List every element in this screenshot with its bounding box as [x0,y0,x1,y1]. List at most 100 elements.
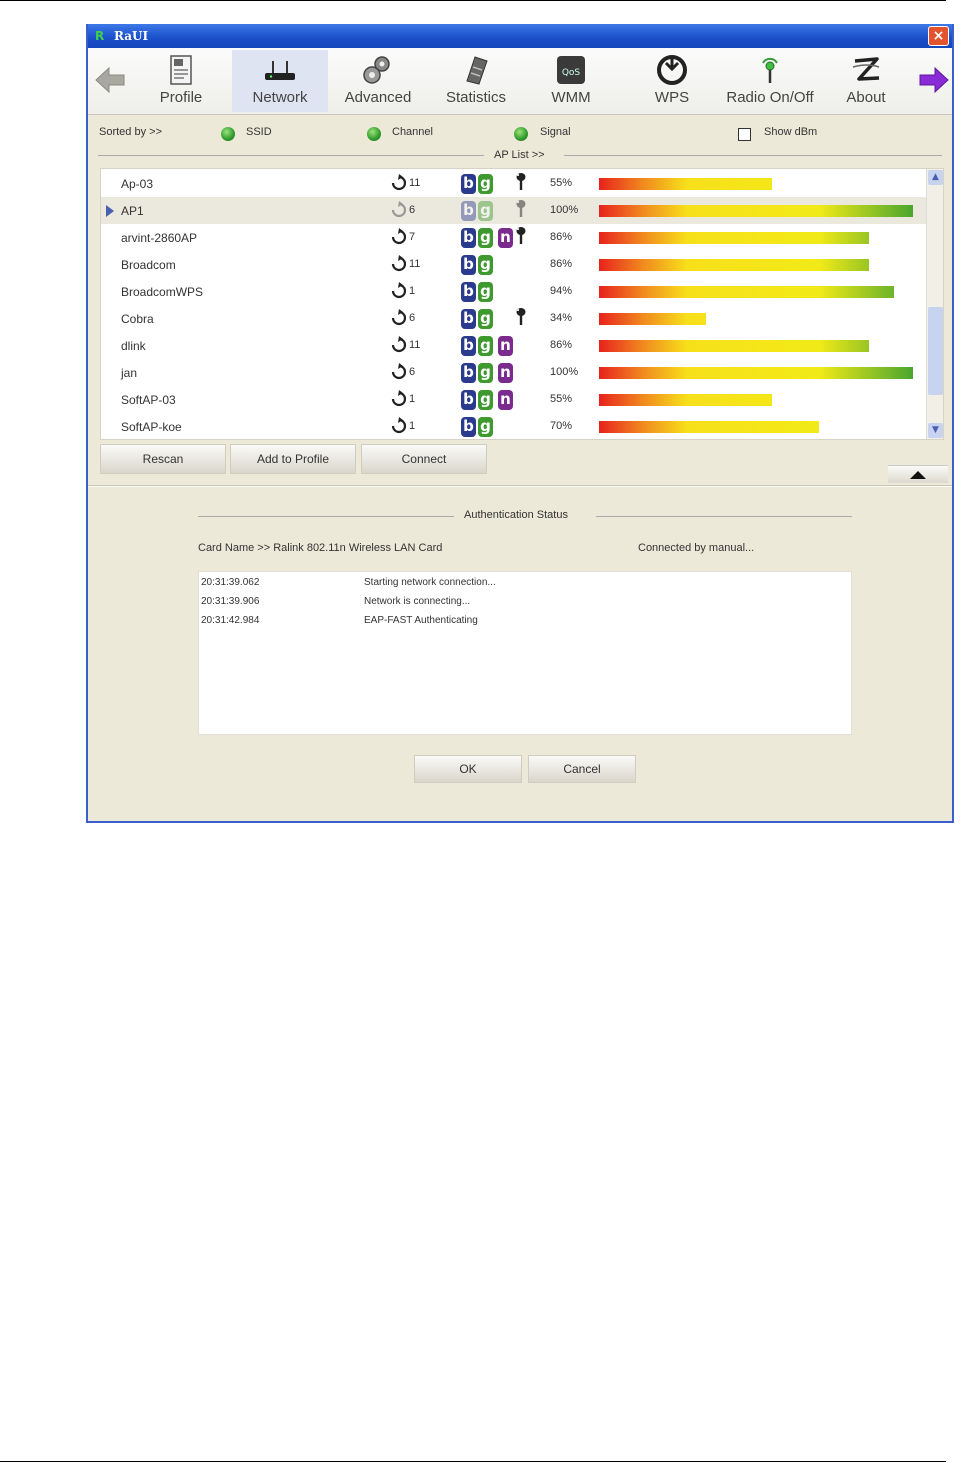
ap-channel: 1 [409,285,416,297]
ap-ssid: jan [121,366,138,380]
add-to-profile-button[interactable]: Add to Profile [230,444,356,474]
sort-ssid-radio[interactable] [221,127,235,141]
ap-ssid: Ap-03 [121,177,154,191]
connect-button[interactable]: Connect [361,444,487,474]
channel-icon [391,390,406,407]
ap-channel: 6 [409,204,416,216]
toolbar: Profile Network Advanced Statistics QoS … [88,48,952,115]
ap-signal-percent: 55% [550,177,573,189]
mode-b-icon: b [461,282,476,302]
window-title: RaUI [114,29,149,43]
ap-row[interactable]: arvint-2860AP 7 b g n 86% [101,224,927,251]
ok-button[interactable]: OK [414,755,522,783]
channel-icon [391,201,406,218]
app-logo-icon: R [95,29,105,43]
ap-row[interactable]: AP1 6 b g 100% [101,197,927,224]
mode-n-icon: n [498,390,513,410]
signal-strength-bar [599,394,772,406]
ap-row[interactable]: jan 6 b g n 100% [101,359,927,386]
scroll-thumb[interactable] [928,307,943,395]
ap-row[interactable]: BroadcomWPS 1 b g 94% [101,278,927,305]
ap-list[interactable]: Ap-03 11 b g 55% AP1 6 b g 100% arvint-2860AP 7 b g n 8… [100,168,944,440]
log-time: 20:31:42.984 [201,615,260,626]
ap-channel: 6 [409,312,416,324]
ap-row[interactable]: Broadcom 11 b g 86% [101,251,927,278]
ap-ssid: AP1 [121,204,144,218]
signal-strength-bar [599,178,772,190]
ap-row[interactable]: SoftAP-03 1 b g n 55% [101,386,927,413]
sort-ssid-label[interactable]: SSID [246,126,272,138]
signal-strength-bar [599,205,913,217]
channel-icon [391,282,406,299]
collapse-toggle-button[interactable] [888,465,948,483]
ap-row[interactable]: SoftAP-koe 1 b g 70% [101,413,927,440]
about-icon [852,57,880,81]
toolbar-advanced[interactable]: Advanced [340,50,416,112]
mode-g-icon: g [478,336,493,356]
mode-b-icon: b [461,201,476,221]
mode-b-icon: b [461,228,476,248]
scroll-up-button[interactable]: ▲ [928,170,943,185]
toolbar-label-radio: Radio On/Off [726,89,814,106]
sort-signal-radio[interactable] [514,127,528,141]
ap-signal-percent: 34% [550,312,573,324]
sort-channel-radio[interactable] [367,127,381,141]
auth-caption-text: Authentication Status [464,509,568,521]
ap-signal-percent: 86% [550,339,573,351]
ap-row[interactable]: Cobra 6 b g 34% [101,305,927,332]
ap-ssid: arvint-2860AP [121,231,198,245]
close-button[interactable]: × [928,26,949,46]
page-top-rule [0,0,946,1]
log-message: Network is connecting... [364,596,471,607]
show-dbm-label[interactable]: Show dBm [764,126,817,138]
mode-g-icon: g [478,255,493,275]
ap-list-scrollbar[interactable]: ▲ ▼ [926,169,943,439]
toolbar-about[interactable]: About [838,50,894,112]
selected-row-arrow-icon [106,205,114,217]
toolbar-wmm[interactable]: QoS WMM [540,50,602,112]
channel-icon [391,336,406,353]
toolbar-radio[interactable]: Radio On/Off [718,50,822,112]
toolbar-profile[interactable]: Profile [146,50,216,112]
ap-list-caption: AP List >> [98,149,942,163]
signal-strength-bar [599,259,869,271]
profile-icon [170,55,192,85]
signal-strength-bar [599,421,819,433]
mode-g-icon: g [478,228,493,248]
mode-n-icon: n [498,336,513,356]
network-icon [265,61,295,80]
mode-b-icon: b [461,390,476,410]
mode-g-icon: g [478,309,493,329]
forward-arrow-icon[interactable] [918,65,950,95]
channel-icon [391,417,406,434]
ap-signal-percent: 100% [550,366,579,378]
rescan-button[interactable]: Rescan [100,444,226,474]
cancel-button[interactable]: Cancel [528,755,636,783]
mode-b-icon: b [461,174,476,194]
channel-icon [391,309,406,326]
ap-signal-percent: 94% [550,285,573,297]
toolbar-label-wps: WPS [654,89,690,106]
title-bar[interactable]: R RaUI × [88,24,952,48]
mode-b-icon: b [461,336,476,356]
mode-b-icon: b [461,309,476,329]
section-divider [88,485,952,487]
key-icon [516,173,526,190]
ap-row[interactable]: Ap-03 11 b g 55% [101,170,927,197]
sort-signal-label[interactable]: Signal [540,126,571,138]
toolbar-network[interactable]: Network [232,50,328,112]
ap-ssid: Cobra [121,312,154,326]
ap-channel: 1 [409,420,416,432]
mode-n-icon: n [498,363,513,383]
ap-channel: 7 [409,231,416,243]
toolbar-label-statistics: Statistics [445,89,506,106]
ap-row[interactable]: dlink 11 b g n 86% [101,332,927,359]
show-dbm-checkbox[interactable] [738,128,751,141]
sort-channel-label[interactable]: Channel [392,126,433,138]
back-arrow-icon[interactable] [94,65,126,95]
toolbar-statistics[interactable]: Statistics [438,50,514,112]
scroll-down-button[interactable]: ▼ [928,423,943,438]
toolbar-wps[interactable]: WPS [644,50,700,112]
key-icon [516,200,526,217]
svg-text:QoS: QoS [562,68,581,78]
